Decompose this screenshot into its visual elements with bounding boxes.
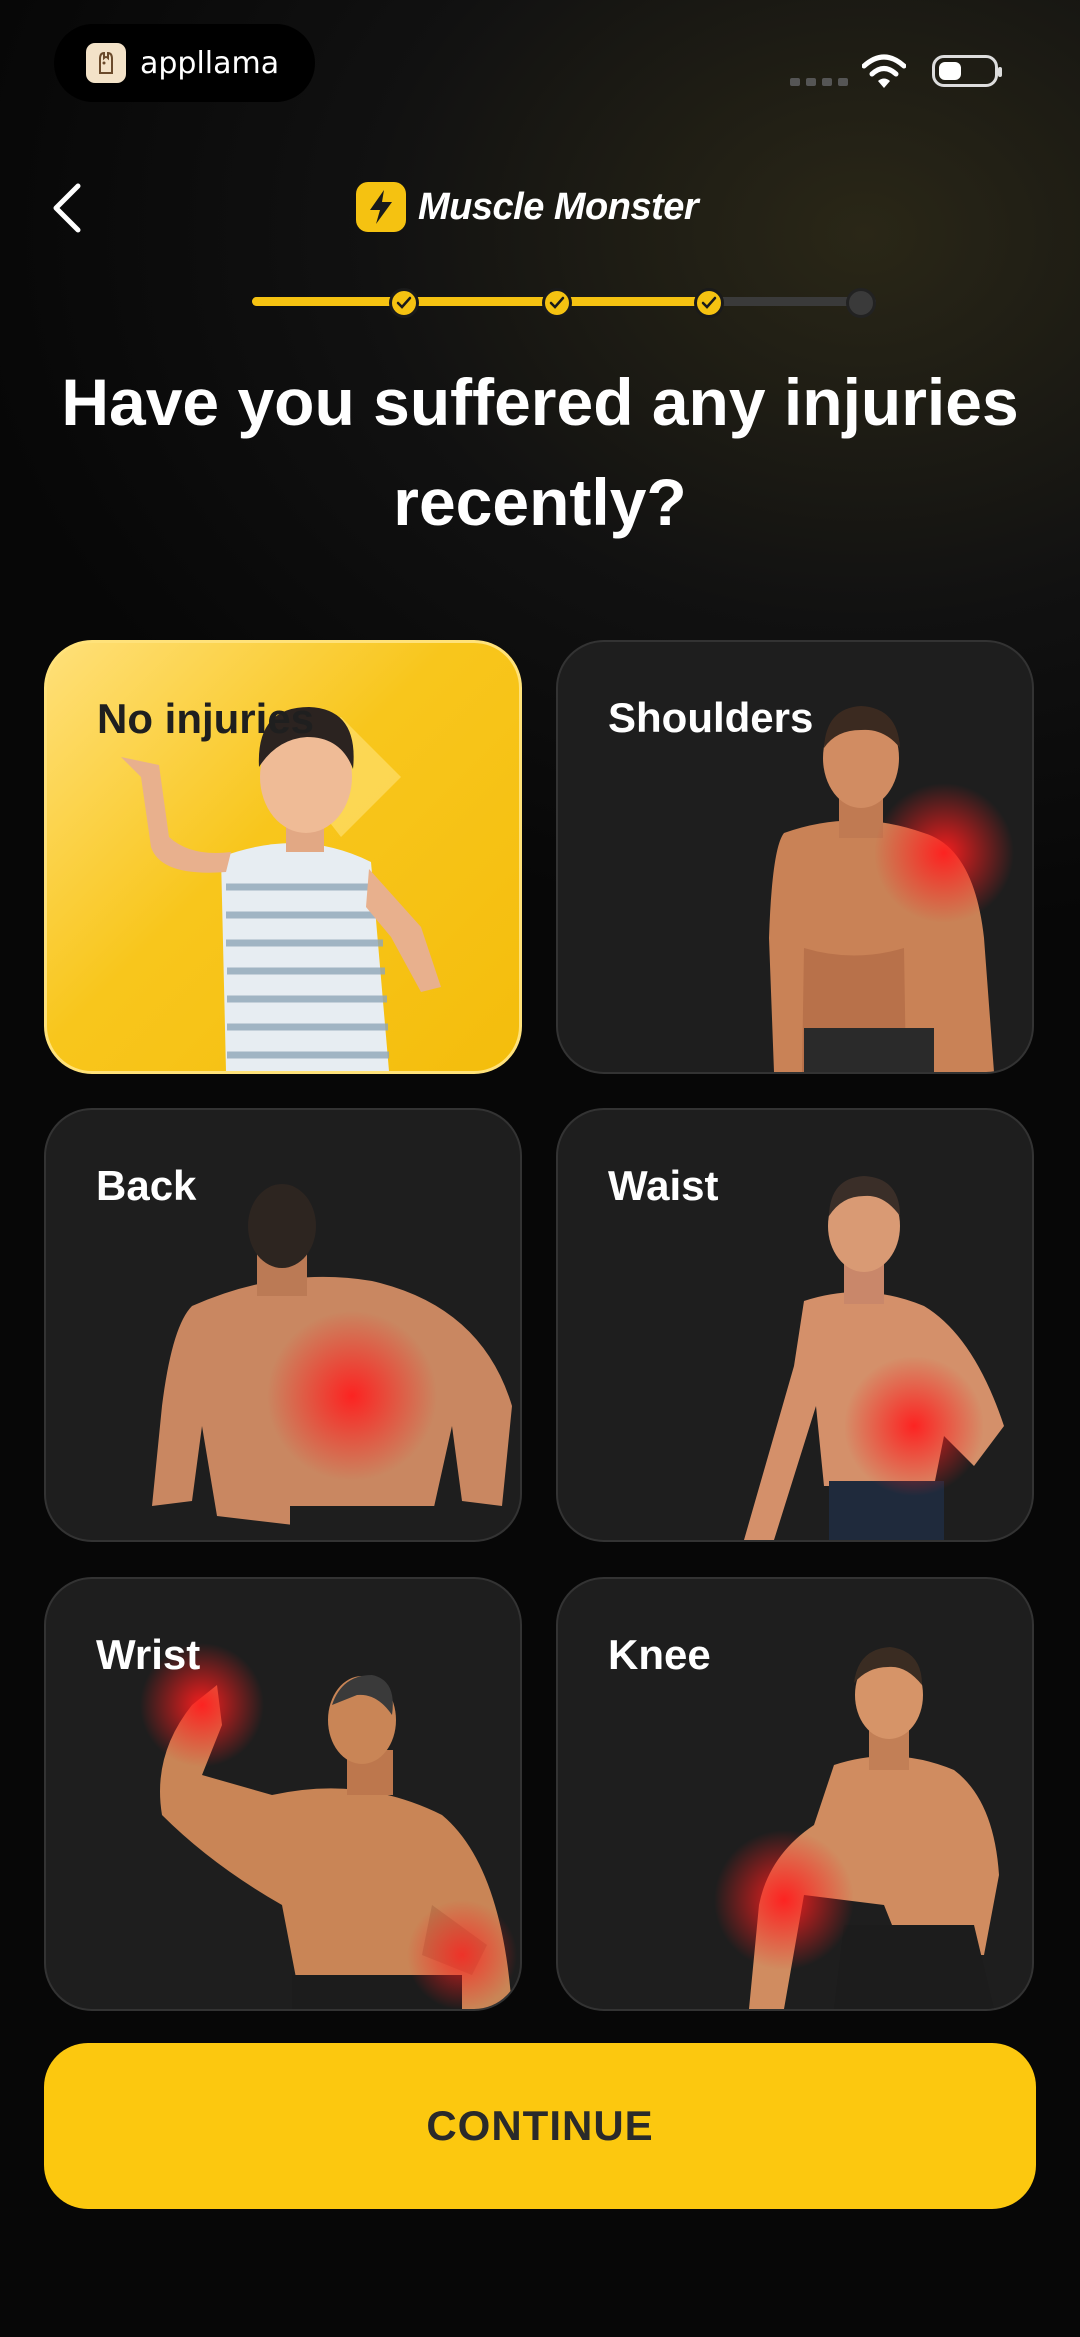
option-waist[interactable]: Waist (556, 1108, 1034, 1542)
question-title: Have you suffered any injuries recently? (61, 365, 1019, 539)
brand-logo: Muscle Monster (356, 182, 699, 232)
option-knee[interactable]: Knee (556, 1577, 1034, 2011)
option-label: Back (96, 1162, 197, 1209)
back-button[interactable] (44, 178, 94, 238)
progress-bar (252, 288, 876, 318)
option-label: Knee (608, 1631, 711, 1678)
progress-step-3 (694, 288, 724, 318)
app-pill: appllama (54, 24, 315, 102)
option-label: Shoulders (608, 694, 814, 741)
progress-step-4 (846, 288, 876, 318)
signal-icon (790, 78, 848, 86)
battery-icon (932, 55, 1002, 87)
appllama-icon (86, 43, 126, 83)
option-label: Waist (608, 1162, 719, 1209)
progress-step-2 (542, 288, 572, 318)
option-back[interactable]: Back (44, 1108, 522, 1542)
option-shoulders[interactable]: Shoulders (556, 640, 1034, 1074)
checkmark-icon (701, 296, 717, 309)
continue-button[interactable]: CONTINUE (44, 2043, 1036, 2209)
wifi-icon (862, 54, 906, 88)
checkmark-icon (549, 296, 565, 309)
lightning-icon (356, 182, 406, 232)
progress-step-1 (389, 288, 419, 318)
brand-name: Muscle Monster (418, 185, 699, 228)
option-no-injuries[interactable]: No injuries (44, 640, 522, 1074)
option-label: No injuries (97, 695, 315, 742)
option-label: Wrist (96, 1631, 201, 1678)
back-icon (53, 183, 81, 233)
checkmark-icon (396, 296, 412, 309)
progress-fill (252, 297, 712, 306)
app-name: appllama (140, 45, 280, 81)
option-wrist[interactable]: Wrist (44, 1577, 522, 2011)
